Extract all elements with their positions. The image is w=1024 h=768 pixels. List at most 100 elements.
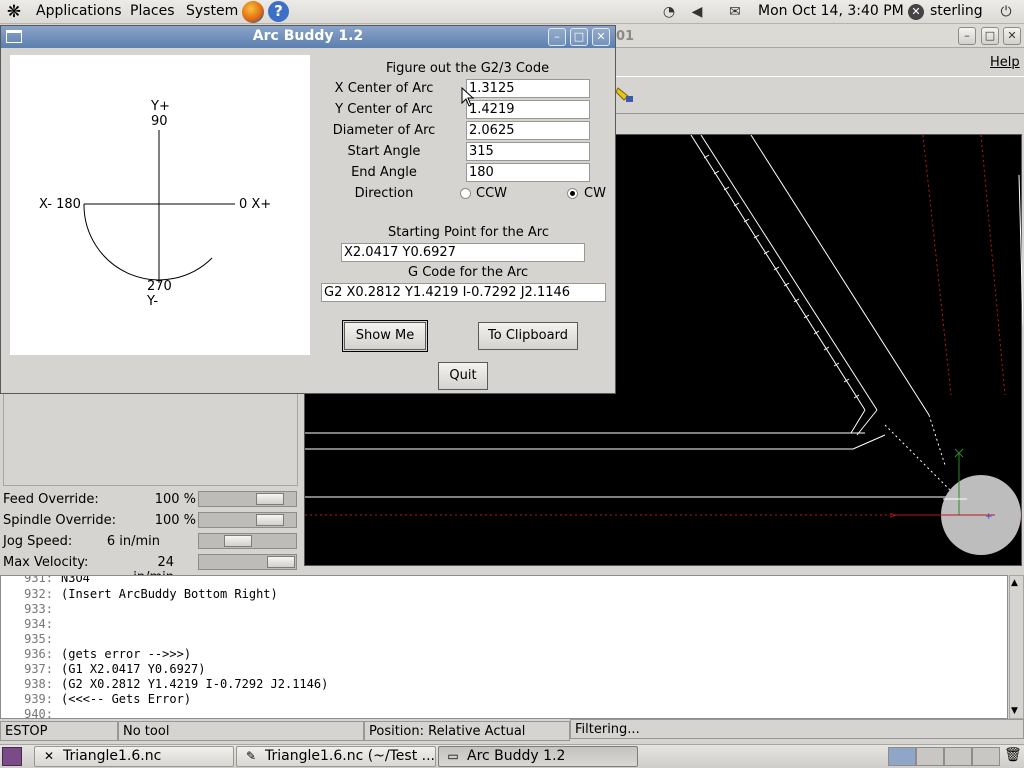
deg-270-label: 270	[147, 279, 172, 294]
line-text	[53, 602, 61, 616]
gcode-line[interactable]: 935:	[1, 632, 61, 647]
line-number: 934:	[24, 617, 53, 631]
gcode-output[interactable]: G2 X0.2812 Y1.4219 I-0.7292 J2.1146	[321, 283, 606, 302]
workspace-2[interactable]	[916, 747, 944, 766]
position-status: Position: Relative Actual	[364, 721, 570, 741]
workspace-3[interactable]	[944, 747, 972, 766]
maximize-icon[interactable]: □	[570, 28, 588, 46]
y-plus-label: Y+	[151, 99, 170, 114]
taskbar-item-arc-buddy[interactable]: ▭ Arc Buddy 1.2	[438, 746, 638, 767]
start-point-output[interactable]: X2.0417 Y0.6927	[341, 243, 585, 262]
line-text: N3O4	[61, 575, 90, 585]
close-icon[interactable]: ✕	[1003, 27, 1021, 45]
minimize-icon[interactable]: –	[958, 27, 976, 45]
start-angle-label: Start Angle	[347, 144, 421, 159]
system-menu[interactable]: System	[186, 3, 238, 19]
line-text	[53, 707, 61, 718]
gcode-line[interactable]: 939: (<<<-- Gets Error)	[1, 692, 191, 707]
gcode-line[interactable]: 938: (G2 X0.2812 Y1.4219 I-0.7292 J2.1146…	[1, 677, 328, 692]
line-number: 938:	[24, 677, 53, 691]
taskbar-item-editor[interactable]: ✎ Triangle1.6.nc (~/Test ...	[236, 746, 436, 767]
line-text: (gets error -->>>)	[61, 647, 192, 661]
clear-plot-icon[interactable]	[614, 84, 634, 106]
show-desktop-icon[interactable]	[2, 747, 22, 766]
text-editor-icon: ✎	[245, 749, 257, 763]
close-icon[interactable]: ✕	[592, 28, 610, 46]
gcode-line[interactable]: 934:	[1, 617, 61, 632]
gnome-foot-icon[interactable]: ❋	[4, 2, 24, 22]
firefox-icon[interactable]	[242, 1, 264, 23]
applications-menu[interactable]: Applications	[36, 3, 122, 19]
trash-icon[interactable]: 🗑	[1004, 747, 1022, 766]
ccw-label[interactable]: CCW	[476, 186, 507, 201]
x-minus-label: X- 180	[39, 197, 81, 212]
ccw-radio[interactable]	[460, 188, 471, 199]
y-center-label: Y Center of Arc	[335, 102, 433, 117]
filter-status: Filtering...	[570, 719, 1024, 739]
gcode-listing[interactable]: 931: N3O4 932: (Insert ArcBuddy Bottom Rig…	[0, 575, 1008, 719]
end-angle-label: End Angle	[351, 165, 417, 180]
workspace-1[interactable]	[888, 747, 916, 766]
arc-diagram: Y+ 90 X- 180 0 X+ 270 Y-	[10, 55, 310, 355]
slider-thumb[interactable]	[224, 535, 252, 547]
places-menu[interactable]: Places	[130, 3, 175, 19]
power-icon[interactable]: ⏻	[997, 3, 1015, 21]
spindle-override-label: Spindle Override:	[3, 513, 116, 528]
to-clipboard-button[interactable]: To Clipboard	[478, 322, 578, 350]
x-plus-label: 0 X+	[239, 197, 272, 212]
taskbar-item-label: Arc Buddy 1.2	[467, 748, 566, 764]
gcode-line[interactable]: 933:	[1, 602, 61, 617]
emc-icon: ✕	[43, 749, 55, 763]
scroll-up-icon[interactable]: ▲	[1011, 578, 1018, 588]
mail-icon[interactable]: ✉	[726, 3, 744, 21]
slider-thumb[interactable]	[267, 556, 295, 568]
workspace-4[interactable]	[972, 747, 1000, 766]
jog-speed-slider[interactable]	[198, 533, 297, 549]
gcode-line[interactable]: 932: (Insert ArcBuddy Bottom Right)	[1, 587, 278, 602]
user-name[interactable]: sterling	[930, 3, 983, 19]
emc-menubar	[614, 49, 1024, 75]
slider-thumb[interactable]	[256, 514, 284, 526]
scroll-down-icon[interactable]: ▼	[1011, 706, 1018, 716]
diameter-label: Diameter of Arc	[332, 123, 436, 138]
x-center-input[interactable]: 1.3125	[466, 79, 590, 98]
gcode-line[interactable]: 936: (gets error -->>>)	[1, 647, 191, 662]
help-menu[interactable]: Help	[990, 55, 1020, 70]
max-velocity-slider[interactable]	[198, 554, 297, 570]
cw-radio[interactable]	[567, 188, 578, 199]
diameter-input[interactable]: 2.0625	[466, 121, 590, 140]
gcode-line[interactable]: 931: N3O4	[1, 575, 90, 586]
svg-text:+: +	[985, 512, 993, 522]
emc-title: 01	[616, 29, 635, 44]
line-number: 940:	[24, 707, 53, 719]
line-number: 937:	[24, 662, 53, 676]
feed-override-value: 100 %	[154, 492, 196, 507]
gcode-line[interactable]: 940:	[1, 707, 61, 719]
slider-thumb[interactable]	[256, 493, 284, 505]
form-heading: Figure out the G2/3 Code	[386, 61, 550, 76]
quit-button[interactable]: Quit	[438, 362, 488, 390]
line-number: 935:	[24, 632, 53, 646]
spindle-override-slider[interactable]	[198, 512, 297, 528]
start-angle-input[interactable]: 315	[466, 142, 590, 161]
gcode-scrollbar[interactable]: ▲ ▼	[1009, 575, 1024, 719]
line-text: (G1 X2.0417 Y0.6927)	[61, 662, 206, 676]
show-me-button[interactable]: Show Me	[342, 320, 428, 352]
taskbar-item-label: Triangle1.6.nc (~/Test ...	[265, 748, 435, 764]
gcode-label: G Code for the Arc	[408, 265, 529, 280]
cw-label[interactable]: CW	[584, 186, 606, 201]
minimize-icon[interactable]: –	[548, 28, 566, 46]
gcode-line[interactable]: 937: (G1 X2.0417 Y0.6927)	[1, 662, 206, 677]
line-text: (Insert ArcBuddy Bottom Right)	[61, 587, 278, 601]
end-angle-input[interactable]: 180	[466, 163, 590, 182]
volume-icon[interactable]: ◀	[688, 3, 706, 21]
help-icon[interactable]: ?	[268, 1, 289, 22]
taskbar-item-emc[interactable]: ✕ Triangle1.6.nc	[34, 746, 234, 767]
y-center-input[interactable]: 1.4219	[466, 100, 590, 119]
network-icon[interactable]: ◔	[660, 3, 678, 21]
maximize-icon[interactable]: □	[981, 27, 999, 45]
user-status-icon[interactable]: ✕	[908, 4, 924, 20]
feed-override-slider[interactable]	[198, 491, 297, 507]
deg-90-label: 90	[151, 114, 168, 129]
clock[interactable]: Mon Oct 14, 3:40 PM	[758, 3, 904, 19]
